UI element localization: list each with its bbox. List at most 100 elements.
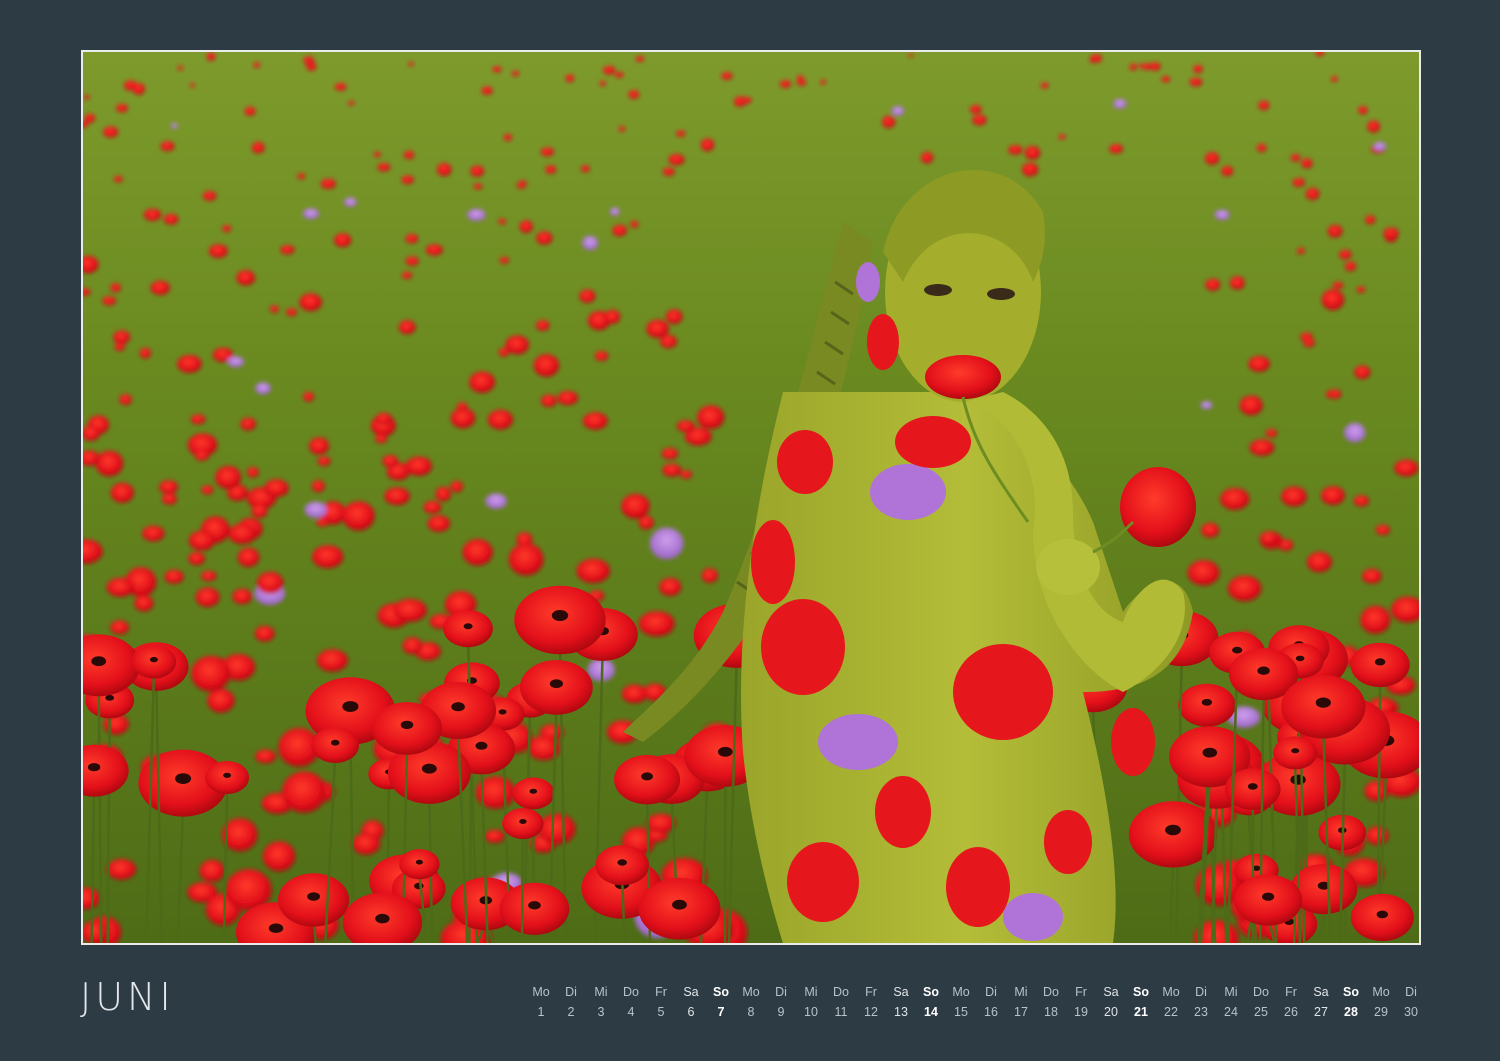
weekday-label: Di	[1195, 985, 1207, 999]
weekday-label: So	[713, 985, 729, 999]
poppy-flower	[150, 280, 170, 295]
day-number: 13	[894, 1005, 908, 1019]
poppy-flower	[222, 225, 232, 232]
poppy-center	[498, 709, 507, 715]
poppy-flower	[320, 178, 336, 189]
poppy-flower	[1090, 54, 1102, 63]
poppy-flower	[1356, 286, 1366, 293]
violet-flower	[485, 493, 507, 509]
poppy-flower	[579, 289, 596, 303]
poppy-flower	[505, 335, 529, 355]
day-number: 9	[777, 1005, 785, 1019]
poppy-flower	[312, 480, 325, 493]
poppy-flower	[1248, 356, 1270, 372]
poppy-flower	[1008, 145, 1023, 155]
poppy-flower	[621, 684, 648, 704]
day-number: 5	[657, 1005, 665, 1019]
poppy-flower	[618, 126, 626, 132]
poppy-center	[1247, 783, 1258, 790]
day-number: 27	[1314, 1005, 1328, 1019]
poppy-flower	[665, 309, 683, 324]
poppy-flower	[83, 95, 90, 100]
poppy-center	[549, 679, 563, 689]
day-number: 2	[567, 1005, 575, 1019]
poppy-flower	[796, 79, 807, 86]
poppy-flower	[256, 571, 284, 594]
poppy-center	[463, 623, 473, 630]
poppy-center	[342, 701, 359, 712]
poppy-flower	[312, 545, 344, 569]
weekday-label: Mo	[952, 985, 970, 999]
poppy-flower	[297, 173, 306, 180]
weekday-label: Sa	[1313, 985, 1329, 999]
poppy-flower	[107, 859, 136, 880]
poppy-flower	[1256, 143, 1267, 152]
poppy-flower	[1220, 488, 1250, 510]
poppy-flower	[680, 470, 693, 479]
day-number: 21	[1134, 1005, 1148, 1019]
poppy-flower	[594, 351, 609, 361]
poppy-center	[87, 763, 101, 772]
poppy-flower	[721, 72, 733, 80]
poppy-flower	[484, 829, 505, 843]
poppy-center	[268, 923, 284, 933]
weekday-label: Do	[1043, 985, 1059, 999]
poppy-flower	[102, 296, 116, 306]
poppy-flower	[375, 412, 392, 425]
poppy-center	[1291, 748, 1300, 754]
poppy-flower	[116, 103, 128, 113]
poppy-flower	[1394, 459, 1419, 477]
weekday-label: Mo	[1162, 985, 1180, 999]
poppy-flower	[1189, 77, 1203, 87]
poppy-flower	[244, 106, 256, 116]
poppy-flower	[1129, 63, 1138, 71]
month-calendar-strip: Mo Di Mi Do Fr Sa So Mo Di Mi Do Fr Sa So Mo Di Mi Do Fr Sa…	[526, 983, 1426, 1023]
poppy-center	[617, 859, 627, 866]
poppy-flower	[662, 463, 682, 477]
poppy-flower	[1249, 439, 1275, 456]
day-number: 4	[627, 1005, 635, 1019]
poppy-flower	[1362, 568, 1382, 584]
day-number: 14	[924, 1005, 938, 1019]
poppy-flower	[1239, 395, 1263, 416]
violet-flower	[1200, 401, 1213, 410]
poppy-flower	[405, 256, 419, 266]
poppy-stem	[520, 833, 525, 943]
poppy-flower	[499, 257, 510, 264]
violet-flower	[302, 208, 319, 220]
poppy-flower	[425, 244, 443, 256]
poppy-flower	[286, 308, 297, 317]
poppy-flower	[1290, 154, 1301, 162]
poppy-flower	[253, 62, 261, 68]
poppy-flower	[191, 655, 231, 692]
weekday-label: So	[923, 985, 939, 999]
violet-flower	[467, 208, 486, 221]
poppy-flower	[1339, 249, 1352, 260]
poppy-flower	[228, 523, 257, 545]
poppy-center	[672, 899, 687, 910]
weekday-label: Sa	[1103, 985, 1119, 999]
day-number: 23	[1194, 1005, 1208, 1019]
weekday-label: So	[1133, 985, 1149, 999]
violet-flower	[609, 207, 620, 216]
poppy-flower	[908, 53, 914, 57]
poppy-flower	[427, 515, 451, 532]
poppy-flower	[1303, 338, 1315, 348]
poppy-flower	[199, 859, 225, 883]
violet-flower	[344, 197, 357, 207]
poppy-flower	[519, 220, 533, 233]
day-number: 8	[747, 1005, 755, 1019]
poppy-flower	[487, 409, 513, 430]
poppy-flower	[1187, 560, 1220, 586]
poppy-center	[400, 720, 414, 730]
poppy-flower	[557, 391, 579, 405]
poppy-flower	[599, 80, 606, 86]
poppy-flower	[1022, 162, 1039, 177]
poppy-flower	[437, 163, 452, 176]
poppy-center	[529, 788, 538, 794]
poppy-center	[451, 702, 465, 712]
poppy-center	[307, 892, 320, 901]
poppy-flower	[662, 167, 675, 176]
poppy-center	[1201, 698, 1213, 706]
weekday-label: Fr	[1075, 985, 1087, 999]
